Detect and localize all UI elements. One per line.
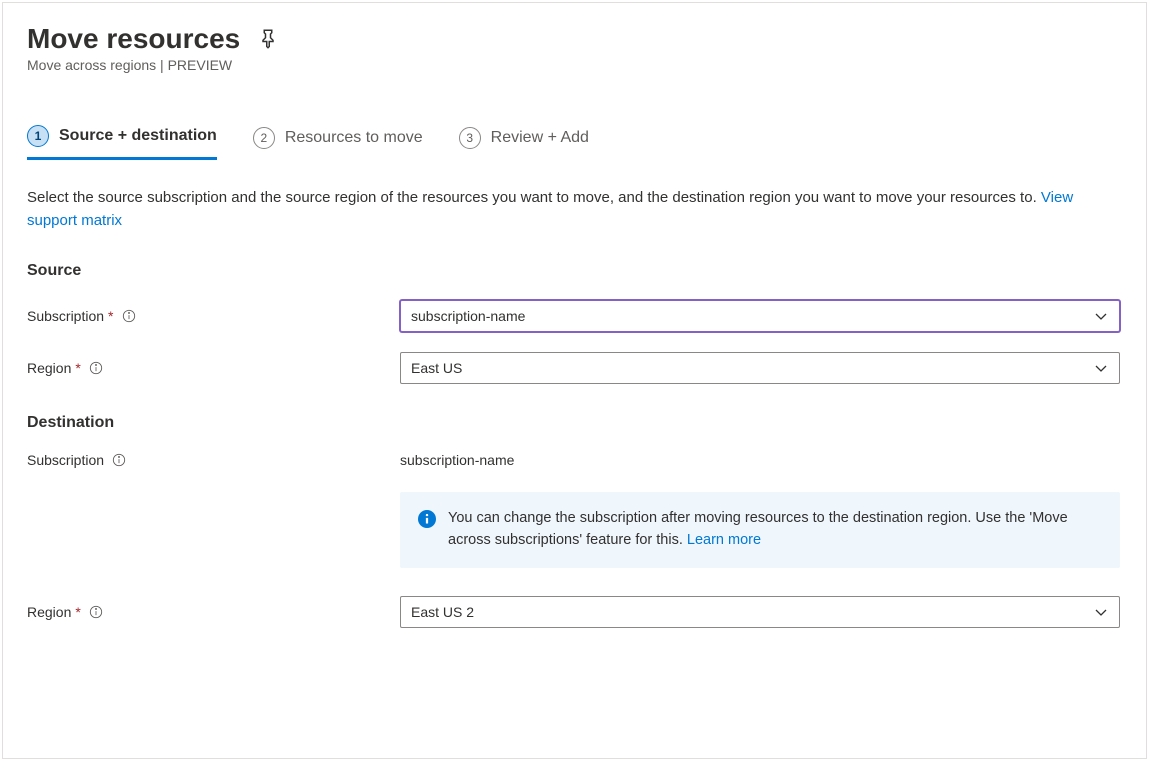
tab-label: Resources to move [285, 129, 423, 147]
source-region-row: Region * East US [27, 352, 1122, 384]
subscription-info-banner: You can change the subscription after mo… [400, 492, 1120, 568]
tab-step-number: 2 [253, 127, 275, 149]
info-icon[interactable] [112, 453, 126, 467]
chevron-down-icon [1093, 308, 1109, 324]
tab-label: Source + destination [59, 127, 217, 145]
dropdown-value: East US 2 [411, 604, 474, 620]
tab-label: Review + Add [491, 129, 589, 147]
dropdown-value: subscription-name [411, 308, 525, 324]
tab-step-number: 3 [459, 127, 481, 149]
page-subtitle: Move across regions | PREVIEW [27, 57, 1122, 73]
pin-icon[interactable] [258, 29, 278, 49]
destination-subscription-row: Subscription subscription-name [27, 452, 1122, 468]
info-icon[interactable] [89, 361, 103, 375]
chevron-down-icon [1093, 360, 1109, 376]
dropdown-value: East US [411, 360, 462, 376]
source-section-title: Source [27, 262, 1122, 280]
chevron-down-icon [1093, 604, 1109, 620]
destination-section-title: Destination [27, 414, 1122, 432]
destination-region-label: Region * [27, 604, 400, 620]
source-region-label: Region * [27, 360, 400, 376]
tab-review-add[interactable]: 3 Review + Add [459, 125, 589, 160]
info-circle-icon [418, 510, 436, 528]
info-banner-text: You can change the subscription after mo… [448, 508, 1102, 552]
source-region-dropdown[interactable]: East US [400, 352, 1120, 384]
header-row: Move resources [27, 23, 1122, 55]
required-indicator: * [75, 360, 80, 376]
page-container: Move resources Move across regions | PRE… [2, 2, 1147, 759]
required-indicator: * [108, 308, 113, 324]
page-title: Move resources [27, 23, 240, 55]
tab-source-destination[interactable]: 1 Source + destination [27, 125, 217, 160]
description-text: Select the source subscription and the s… [27, 187, 1122, 232]
tab-resources-to-move[interactable]: 2 Resources to move [253, 125, 423, 160]
destination-subscription-value: subscription-name [400, 452, 1122, 468]
info-icon[interactable] [122, 309, 136, 323]
destination-subscription-label: Subscription [27, 452, 400, 468]
info-icon[interactable] [89, 605, 103, 619]
destination-region-row: Region * East US 2 [27, 596, 1122, 628]
source-subscription-dropdown[interactable]: subscription-name [400, 300, 1120, 332]
description-body: Select the source subscription and the s… [27, 189, 1041, 206]
source-subscription-row: Subscription * subscription-name [27, 300, 1122, 332]
destination-region-dropdown[interactable]: East US 2 [400, 596, 1120, 628]
learn-more-link[interactable]: Learn more [687, 532, 761, 548]
wizard-tabs: 1 Source + destination 2 Resources to mo… [27, 125, 1122, 161]
required-indicator: * [75, 604, 80, 620]
source-subscription-label: Subscription * [27, 308, 400, 324]
tab-step-number: 1 [27, 125, 49, 147]
